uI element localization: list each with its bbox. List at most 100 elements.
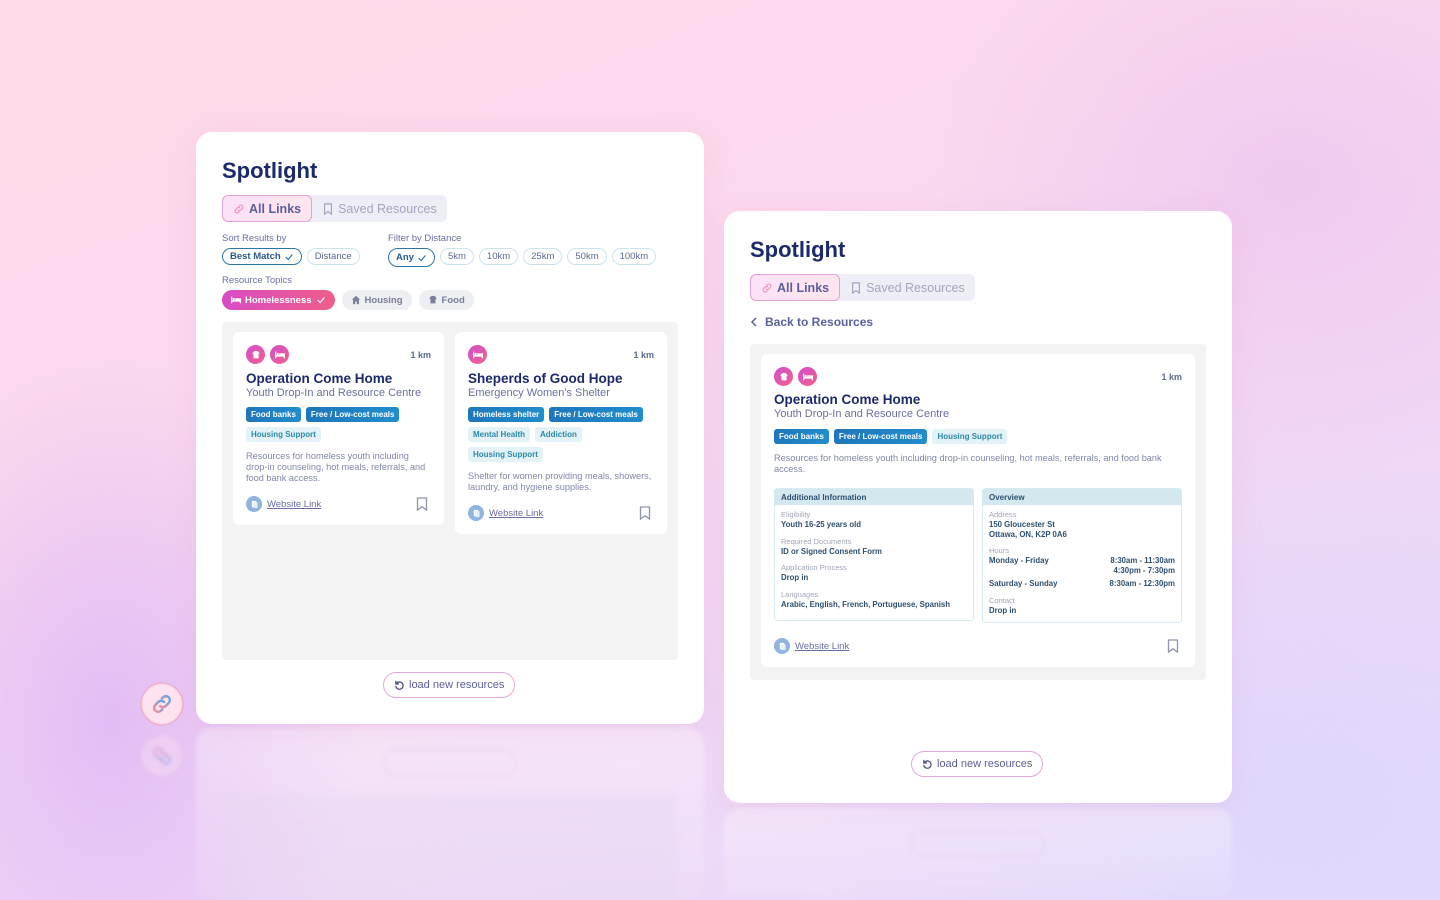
bookmark-icon[interactable] bbox=[639, 506, 651, 520]
tab-label: Saved Resources bbox=[866, 280, 965, 295]
distance-50km-chip[interactable]: 50km bbox=[567, 248, 607, 265]
topic-housing[interactable]: Housing bbox=[341, 290, 412, 310]
link-icon bbox=[152, 746, 172, 766]
bed-icon bbox=[798, 367, 817, 386]
languages-label: Languages bbox=[781, 590, 819, 600]
tab-bar: All Links Saved Resources bbox=[750, 274, 975, 301]
house-icon bbox=[351, 295, 360, 305]
resource-subtitle: Youth Drop-In and Resource Centre bbox=[246, 387, 422, 399]
chip-label: Best Match bbox=[230, 251, 281, 262]
link-icon bbox=[762, 283, 772, 292]
bed-icon bbox=[468, 345, 487, 364]
back-to-resources-link[interactable]: Back to Resources bbox=[750, 315, 873, 329]
document-icon bbox=[246, 496, 262, 512]
bookmark-icon bbox=[852, 281, 861, 294]
address-line1: 150 Gloucester St bbox=[989, 520, 1055, 529]
documents-label: Required Documents bbox=[781, 536, 852, 546]
tab-saved-resources[interactable]: Saved Resources bbox=[312, 195, 447, 222]
chip-label: 25km bbox=[531, 251, 555, 262]
results-reflection bbox=[222, 794, 678, 900]
spotlight-panel-list: Spotlight All Links Saved Resources Sort… bbox=[196, 132, 704, 724]
load-button-reflection bbox=[911, 830, 1045, 856]
topic-options: Homelessness Housing Food bbox=[222, 290, 474, 310]
distance-label: 1 km bbox=[1161, 372, 1182, 382]
resource-subtitle: Emergency Women's Shelter bbox=[468, 387, 610, 399]
bookmark-icon[interactable] bbox=[416, 497, 428, 511]
topic-label: Food bbox=[441, 294, 465, 306]
address-label: Address bbox=[989, 510, 1017, 519]
tab-saved-resources[interactable]: Saved Resources bbox=[840, 274, 975, 301]
bed-icon bbox=[231, 296, 241, 304]
hours-time: 8:30am - 11:30am bbox=[1110, 556, 1175, 566]
resource-card[interactable]: 1 km Operation Come Home Youth Drop-In a… bbox=[233, 332, 444, 525]
load-new-resources-button[interactable]: load new resources bbox=[911, 751, 1044, 777]
sort-label: Sort Results by bbox=[222, 233, 287, 244]
load-button-label: load new resources bbox=[409, 679, 505, 691]
load-button-label: load new resources bbox=[937, 758, 1033, 770]
topic-homelessness[interactable]: Homelessness bbox=[222, 290, 335, 310]
bookmark-icon[interactable] bbox=[1167, 639, 1179, 653]
distance-100km-chip[interactable]: 100km bbox=[611, 248, 657, 265]
tag: Food banks bbox=[246, 407, 301, 422]
food-icon bbox=[774, 367, 793, 386]
hours-time: 4:30pm - 7:30pm bbox=[1113, 566, 1175, 576]
hours-row: Monday - Friday 8:30am - 11:30am 4:30pm -… bbox=[989, 556, 1175, 575]
website-link[interactable]: Website Link bbox=[468, 505, 543, 521]
website-link-label: Website Link bbox=[489, 507, 544, 519]
topic-label: Housing bbox=[364, 294, 403, 306]
chip-label: 50km bbox=[575, 251, 599, 262]
tab-all-links[interactable]: All Links bbox=[222, 195, 313, 222]
resource-name: Sheperds of Good Hope bbox=[468, 371, 623, 386]
eligibility-value: Youth 16-25 years old bbox=[781, 520, 862, 529]
hours-label: Hours bbox=[989, 546, 1010, 556]
application-value: Drop in bbox=[781, 573, 809, 583]
contact-label: Contact bbox=[989, 595, 1015, 605]
food-icon bbox=[246, 345, 265, 364]
tag: Free / Low-cost meals bbox=[305, 407, 400, 422]
overview-heading: Overview bbox=[983, 489, 1181, 505]
topic-food[interactable]: Food bbox=[418, 290, 474, 310]
links-side-button-reflection bbox=[140, 734, 184, 778]
documents-value: ID or Signed Consent Form bbox=[781, 546, 882, 556]
chip-label: Any bbox=[396, 252, 414, 263]
hours-days: Monday - Friday bbox=[989, 556, 1049, 566]
tag: Free / Low-cost meals bbox=[833, 429, 928, 444]
page-title: Spotlight bbox=[222, 158, 318, 183]
address-line2: Ottawa, ON, K2P 0A6 bbox=[989, 529, 1067, 539]
additional-info-box: Additional Information Eligibility Youth… bbox=[774, 488, 974, 621]
chip-label: 10km bbox=[486, 251, 511, 262]
sort-best-match-chip[interactable]: Best Match bbox=[222, 248, 302, 265]
overview-box: Overview Address 150 Gloucester St Ottaw… bbox=[982, 488, 1182, 623]
website-link[interactable]: Website Link bbox=[246, 496, 321, 512]
page-title: Spotlight bbox=[750, 237, 846, 262]
link-icon bbox=[234, 204, 244, 213]
document-icon bbox=[468, 505, 484, 521]
tab-all-links[interactable]: All Links bbox=[750, 274, 841, 301]
resource-description: Resources for homeless youth including d… bbox=[246, 451, 426, 484]
check-icon bbox=[284, 253, 293, 260]
contact-value: Drop in bbox=[989, 605, 1017, 615]
distance-options: Any 5km 10km 25km 50km 100km bbox=[388, 248, 657, 267]
distance-25km-chip[interactable]: 25km bbox=[523, 248, 563, 265]
topics-label: Resource Topics bbox=[222, 275, 293, 286]
website-link[interactable]: Website Link bbox=[774, 638, 849, 654]
tag: Housing Support bbox=[246, 427, 321, 442]
check-icon bbox=[316, 297, 325, 304]
category-icons bbox=[774, 367, 817, 386]
bed-icon bbox=[270, 345, 289, 364]
link-icon bbox=[152, 694, 172, 714]
links-side-button[interactable] bbox=[140, 682, 184, 726]
hours-days: Saturday - Sunday bbox=[989, 578, 1058, 588]
resource-card[interactable]: 1 km Sheperds of Good Hope Emergency Wom… bbox=[455, 332, 667, 534]
distance-any-chip[interactable]: Any bbox=[388, 248, 435, 267]
distance-5km-chip[interactable]: 5km bbox=[439, 248, 474, 265]
resource-detail-card: 1 km Operation Come Home Youth Drop-In a… bbox=[761, 354, 1195, 667]
right-panel-reflection bbox=[724, 808, 1232, 900]
distance-10km-chip[interactable]: 10km bbox=[478, 248, 519, 265]
tab-label: All Links bbox=[249, 201, 302, 216]
back-link-label: Back to Resources bbox=[765, 315, 874, 329]
resource-name: Operation Come Home bbox=[246, 371, 393, 386]
load-new-resources-button[interactable]: load new resources bbox=[383, 672, 516, 698]
sort-distance-chip[interactable]: Distance bbox=[306, 248, 360, 265]
sort-options: Best Match Distance bbox=[222, 248, 360, 265]
